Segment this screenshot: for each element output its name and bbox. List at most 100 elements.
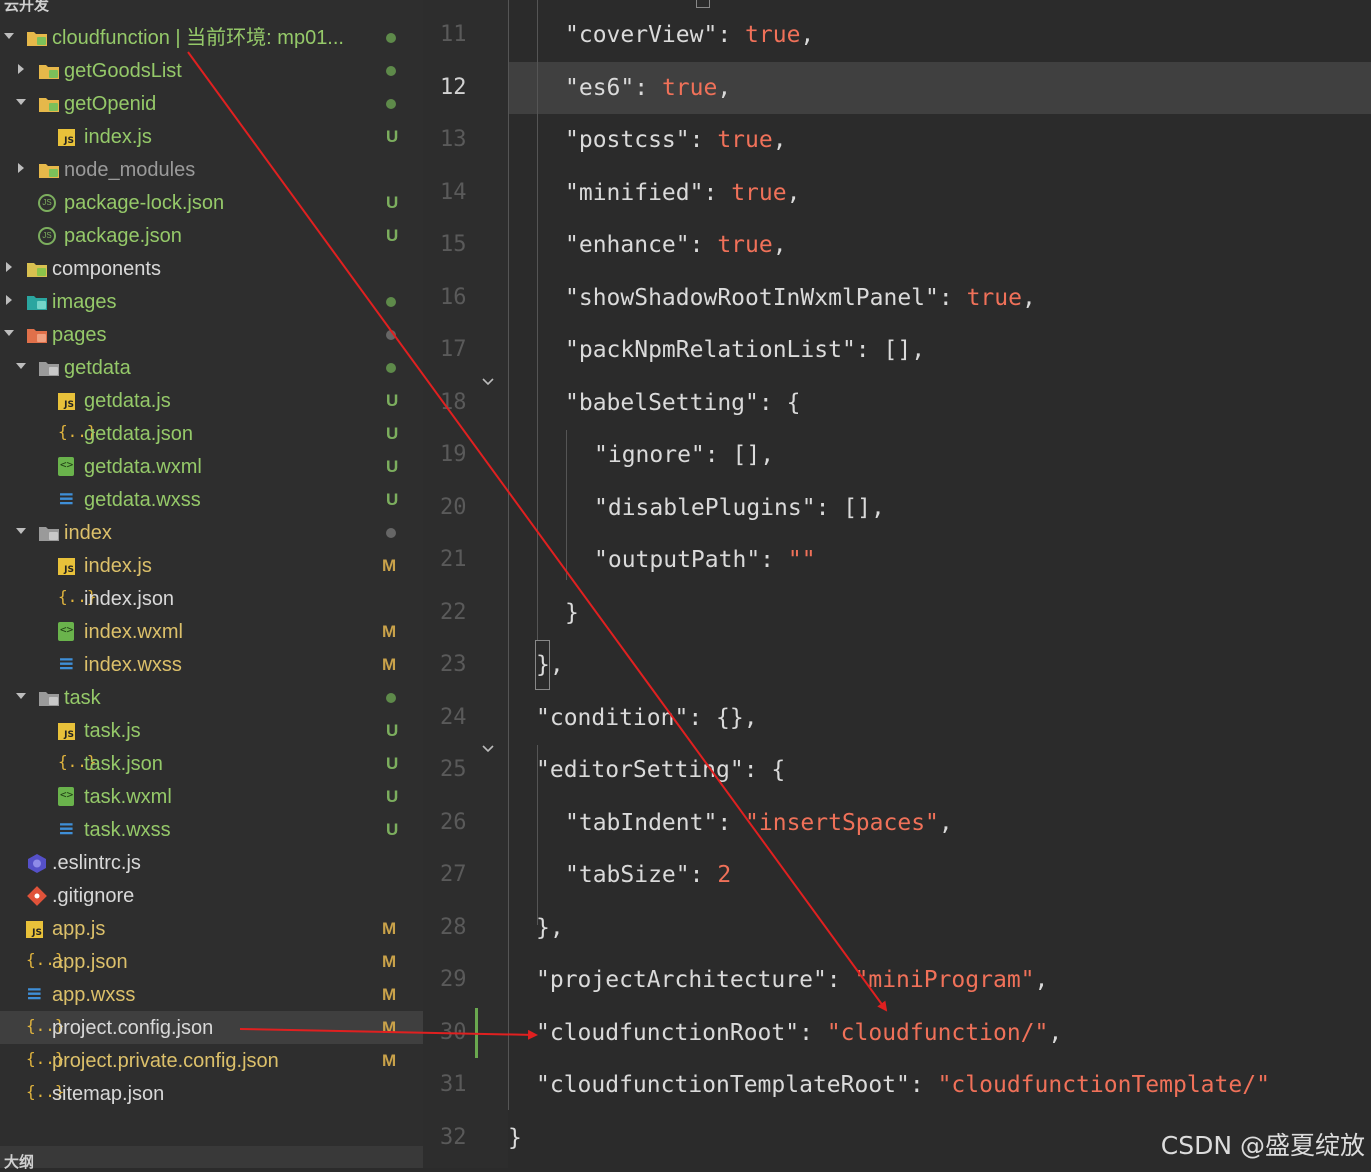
git-status-badge: M: [382, 1018, 397, 1037]
code-line[interactable]: "disablePlugins": [],: [508, 482, 1371, 534]
chevron-down-icon[interactable]: [16, 363, 26, 369]
punctuation: ,: [772, 232, 787, 258]
chevron-down-icon[interactable]: [4, 330, 14, 336]
tree-item[interactable]: JS index.js U: [0, 120, 423, 153]
punctuation: []: [883, 337, 912, 363]
tree-item[interactable]: ≡ index.wxss M: [0, 648, 423, 681]
tree-item[interactable]: getOpenid: [0, 87, 423, 120]
tree-item[interactable]: {..} sitemap.json: [0, 1077, 423, 1110]
fold-chevron-icon[interactable]: [481, 375, 495, 389]
code-line[interactable]: "babelSetting": {: [508, 377, 1371, 429]
tree-item[interactable]: index: [0, 516, 423, 549]
code-line[interactable]: "coverView": true,: [508, 9, 1371, 61]
json-value: "": [787, 547, 816, 573]
tree-item[interactable]: {..} index.json: [0, 582, 423, 615]
git-status-badge: U: [386, 490, 399, 509]
folder-open-icon: [39, 362, 59, 376]
tree-item[interactable]: {..} task.json U: [0, 747, 423, 780]
folder-cloud-icon: [39, 164, 59, 178]
code-line[interactable]: "tabIndent": "insertSpaces",: [508, 797, 1371, 849]
code-line[interactable]: "cloudfunctionRoot": "cloudfunction/",: [508, 1007, 1371, 1059]
tree-item[interactable]: cloudfunction | 当前环境: mp01...: [0, 21, 423, 54]
tree-item-label: index.wxss: [84, 654, 182, 676]
tree-item-label: getdata.wxml: [84, 456, 202, 478]
chevron-down-icon[interactable]: [16, 99, 26, 105]
tree-item[interactable]: getGoodsList: [0, 54, 423, 87]
wxss-icon: ≡: [26, 981, 43, 1005]
fold-chevron-icon[interactable]: [481, 742, 495, 756]
chevron-down-icon[interactable]: [16, 528, 26, 534]
folder-open-icon: [38, 358, 59, 378]
git-status-badge: U: [386, 391, 399, 410]
git-status-badge: M: [382, 655, 397, 674]
tree-item[interactable]: JS task.js U: [0, 714, 423, 747]
tree-item[interactable]: ≡ getdata.wxss U: [0, 483, 423, 516]
code-line[interactable]: "showShadowRootInWxmlPanel": true,: [508, 272, 1371, 324]
code-line[interactable]: "cloudfunctionTemplateRoot": "cloudfunct…: [508, 1059, 1371, 1111]
chevron-right-icon[interactable]: [6, 262, 12, 272]
tree-item[interactable]: {..} project.config.json M: [0, 1011, 423, 1044]
outline-section-title[interactable]: 大纲: [4, 1151, 34, 1172]
json-value: true: [745, 22, 801, 48]
outline-bar[interactable]: [0, 1146, 423, 1168]
git-status-badge: U: [386, 457, 399, 476]
tree-item[interactable]: JS app.js M: [0, 912, 423, 945]
cloud-dev-section-title[interactable]: 云开发: [4, 0, 49, 15]
tree-item[interactable]: images: [0, 285, 423, 318]
npm-icon: JS: [38, 194, 56, 212]
tree-item[interactable]: getdata: [0, 351, 423, 384]
tree-item[interactable]: {..} app.json M: [0, 945, 423, 978]
tree-item-label: app.js: [52, 918, 106, 940]
tree-item[interactable]: ≡ task.wxss U: [0, 813, 423, 846]
punctuation: :: [689, 232, 718, 258]
tree-item[interactable]: <> task.wxml U: [0, 780, 423, 813]
tree-item[interactable]: components: [0, 252, 423, 285]
tree-item[interactable]: .gitignore: [0, 879, 423, 912]
tree-item[interactable]: {..} getdata.json U: [0, 417, 423, 450]
code-line[interactable]: "es6": true,: [508, 61, 1371, 114]
chevron-down-icon[interactable]: [4, 33, 14, 39]
punctuation: :: [688, 704, 717, 731]
code-line[interactable]: "packNpmRelationList": [],: [508, 324, 1371, 376]
code-line[interactable]: "outputPath": "": [508, 534, 1371, 586]
punctuation: ,: [549, 914, 564, 941]
code-line[interactable]: "editorSetting": {: [508, 744, 1371, 796]
wxml-icon: <>: [58, 787, 74, 806]
tree-item[interactable]: JS package.json U: [0, 219, 423, 252]
chevron-right-icon[interactable]: [18, 64, 24, 74]
git-status-badge: U: [386, 424, 399, 443]
chevron-right-icon[interactable]: [6, 295, 12, 305]
chevron-right-icon[interactable]: [18, 163, 24, 173]
tree-item[interactable]: .eslintrc.js: [0, 846, 423, 879]
json-icon: {..}: [26, 1049, 65, 1068]
tree-item-label: getdata.wxss: [84, 489, 201, 511]
code-text: "minified": true,: [565, 178, 800, 208]
folder-components-icon: [26, 259, 47, 279]
code-line[interactable]: "ignore": [],: [508, 429, 1371, 481]
code-line[interactable]: }: [508, 587, 1371, 639]
code-line[interactable]: "tabSize": 2: [508, 849, 1371, 901]
tree-item[interactable]: task: [0, 681, 423, 714]
code-line[interactable]: "postcss": true,: [508, 114, 1371, 166]
tree-item[interactable]: node_modules: [0, 153, 423, 186]
tree-item[interactable]: JS getdata.js U: [0, 384, 423, 417]
tree-item[interactable]: JS index.js M: [0, 549, 423, 582]
tree-item[interactable]: <> getdata.wxml U: [0, 450, 423, 483]
line-number: 13: [440, 127, 467, 152]
tree-item[interactable]: {..} project.private.config.json M: [0, 1044, 423, 1077]
json-key: "condition": [536, 704, 689, 731]
tree-item[interactable]: ≡ app.wxss M: [0, 978, 423, 1011]
chevron-down-icon[interactable]: [16, 693, 26, 699]
code-line[interactable]: },: [508, 639, 1371, 691]
code-line[interactable]: "condition": {},: [508, 692, 1371, 744]
code-line[interactable]: "enhance": true,: [508, 219, 1371, 271]
line-number: 23: [440, 652, 467, 677]
tree-item[interactable]: pages: [0, 318, 423, 351]
code-line[interactable]: "minified": true,: [508, 167, 1371, 219]
code-line[interactable]: "projectArchitecture": "miniProgram",: [508, 954, 1371, 1006]
tree-item[interactable]: JS package-lock.json U: [0, 186, 423, 219]
tree-item[interactable]: <> index.wxml M: [0, 615, 423, 648]
code-line[interactable]: },: [508, 902, 1371, 954]
json-icon: {..}: [26, 950, 65, 969]
line-number: 14: [440, 179, 467, 205]
